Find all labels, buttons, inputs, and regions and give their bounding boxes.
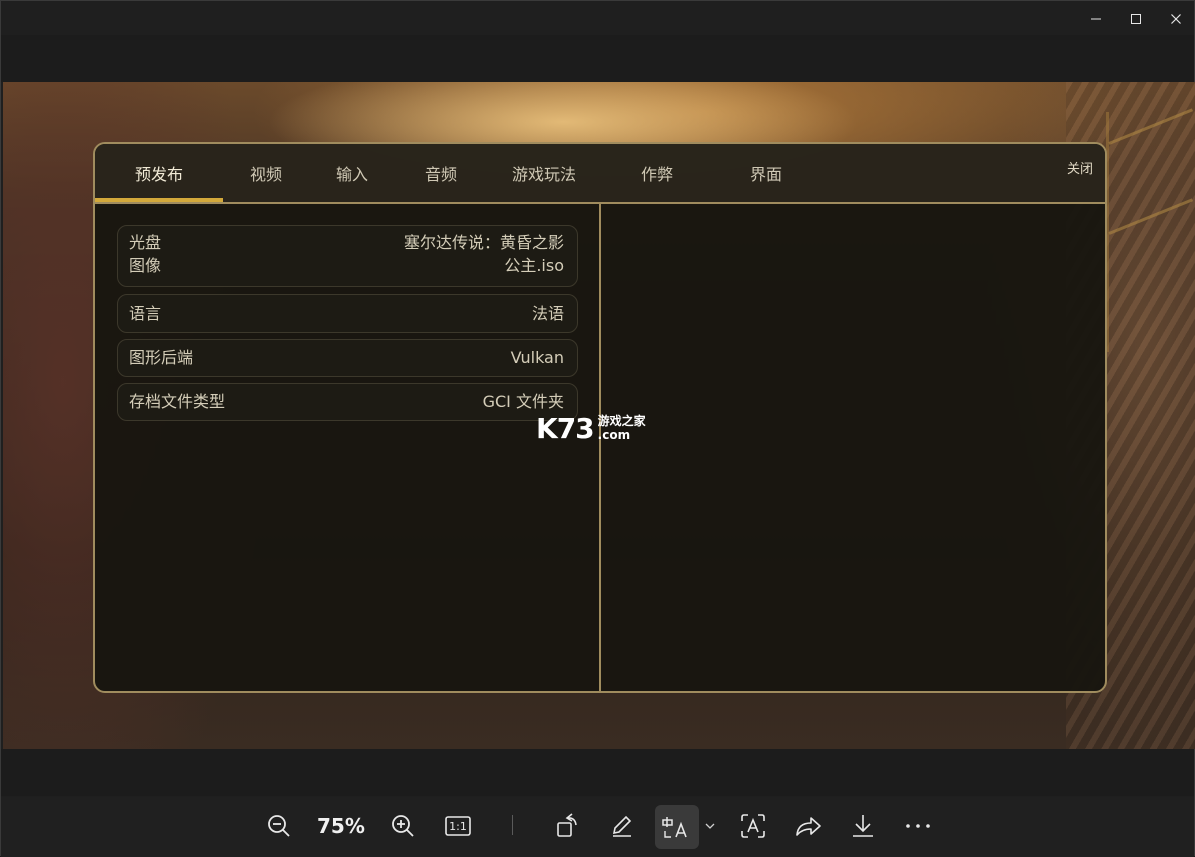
- watermark-text: 游戏之家: [597, 414, 646, 428]
- setting-label: 图像: [129, 256, 162, 275]
- tab-interface[interactable]: 界面: [713, 144, 819, 202]
- toolbar-divider: [512, 815, 513, 835]
- settings-list-pane: 光盘 图像 塞尔达传说：黄昏之影 公主.iso 语言 法语 图形后端 Vulka…: [95, 204, 601, 691]
- setting-value: Vulkan: [510, 348, 564, 367]
- zoom-level: 75%: [317, 814, 365, 838]
- photo-viewer-window: 预发布 视频 输入 音频 游戏玩法 作弊 界面 关闭 光盘 图像 塞尔达传说：黄…: [0, 0, 1195, 857]
- setting-value: 塞尔达传说：黄昏之影: [403, 233, 564, 252]
- setting-value: 公主.iso: [504, 256, 564, 275]
- text-recognition-icon[interactable]: [735, 808, 771, 844]
- share-icon[interactable]: [790, 808, 826, 844]
- wooden-railing: [1106, 112, 1195, 352]
- setting-row-language[interactable]: 语言 法语: [117, 294, 578, 333]
- edit-pencil-icon[interactable]: [604, 808, 640, 844]
- watermark-domain: .com: [597, 428, 631, 442]
- zoom-in-icon[interactable]: [385, 808, 421, 844]
- tab-cheats[interactable]: 作弊: [601, 144, 713, 202]
- translate-icon[interactable]: [655, 805, 699, 849]
- maximize-icon[interactable]: [1116, 5, 1156, 33]
- watermark-logo: K73: [536, 411, 595, 445]
- settings-tab-bar: 预发布 视频 输入 音频 游戏玩法 作弊 界面 关闭: [95, 144, 1105, 204]
- setting-value: 法语: [531, 304, 564, 323]
- title-bar: [1, 1, 1194, 35]
- tab-gameplay[interactable]: 游戏玩法: [487, 144, 601, 202]
- actual-size-button[interactable]: 1:1: [440, 808, 476, 844]
- setting-label: 存档文件类型: [129, 392, 226, 411]
- tab-prerelease[interactable]: 预发布: [95, 144, 223, 202]
- tab-input[interactable]: 输入: [309, 144, 395, 202]
- setting-row-graphics-backend[interactable]: 图形后端 Vulkan: [117, 339, 578, 377]
- chevron-down-icon[interactable]: [701, 808, 719, 844]
- bottom-strip: [1, 749, 1194, 796]
- viewer-toolbar: 75% 1:1: [1, 797, 1194, 857]
- actual-size-label: 1:1: [449, 819, 467, 833]
- setting-row-disc-image[interactable]: 光盘 图像 塞尔达传说：黄昏之影 公主.iso: [117, 225, 578, 287]
- setting-value: GCI 文件夹: [482, 392, 564, 411]
- close-button[interactable]: 关闭: [1067, 158, 1093, 177]
- zoom-out-icon[interactable]: [261, 808, 297, 844]
- setting-label: 光盘: [129, 233, 162, 252]
- minimize-icon[interactable]: [1076, 5, 1116, 33]
- top-strip: [1, 35, 1194, 82]
- close-icon[interactable]: [1156, 5, 1195, 33]
- tab-audio[interactable]: 音频: [395, 144, 487, 202]
- setting-label: 语言: [129, 304, 162, 323]
- setting-row-save-type[interactable]: 存档文件类型 GCI 文件夹: [117, 383, 578, 421]
- rotate-icon[interactable]: [550, 808, 586, 844]
- download-icon[interactable]: [845, 808, 881, 844]
- setting-label: 图形后端: [129, 348, 194, 367]
- site-watermark: K73 游戏之家 .com: [536, 411, 646, 445]
- more-options-icon[interactable]: [900, 808, 936, 844]
- tab-video[interactable]: 视频: [223, 144, 309, 202]
